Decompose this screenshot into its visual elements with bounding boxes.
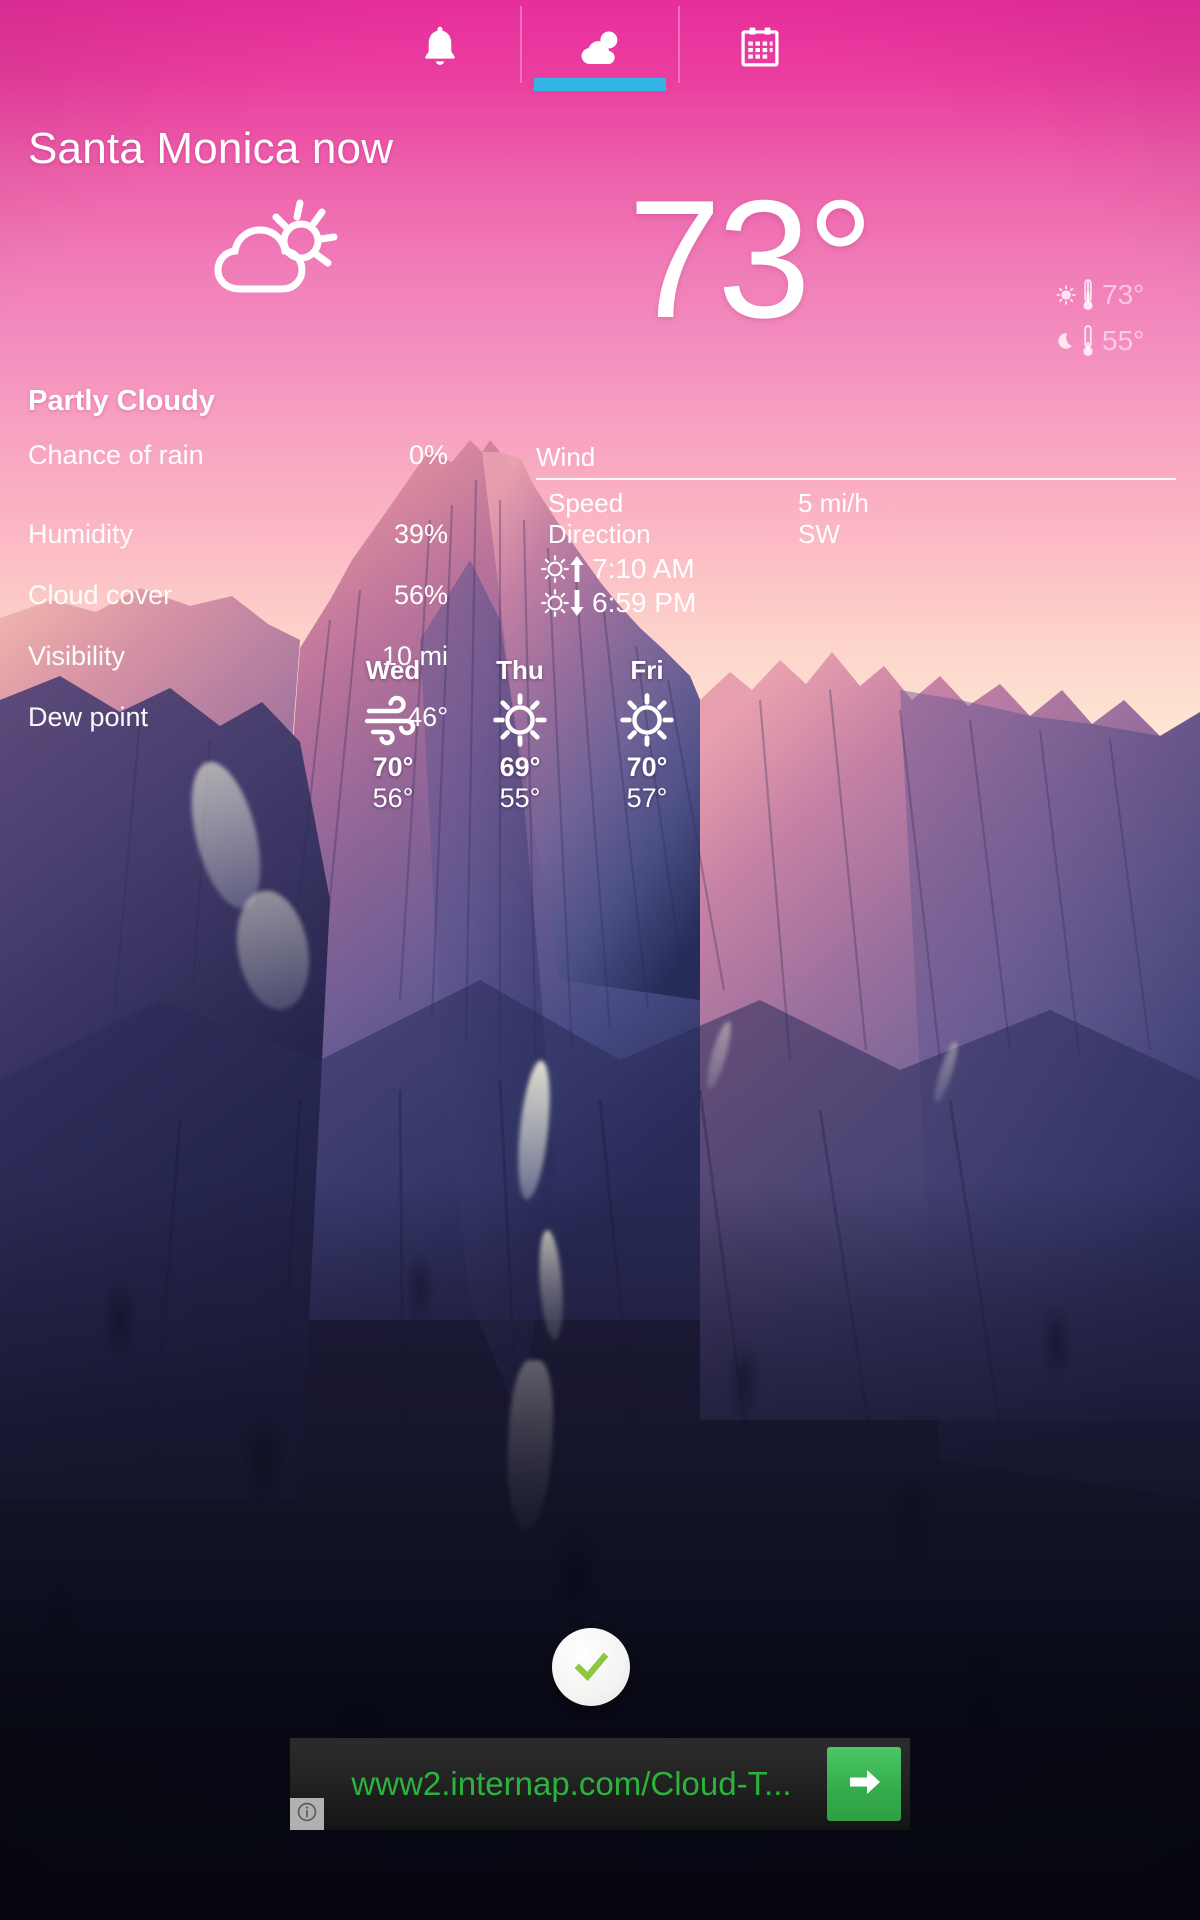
forecast-day-name: Fri [630, 655, 664, 685]
sunset-row: 6:59 PM [540, 586, 696, 620]
calendar-icon [734, 22, 786, 74]
detail-label: Dew point [28, 702, 149, 732]
nighttime-low-row: 55° [1056, 318, 1176, 364]
nighttime-low-value: 55° [1102, 325, 1145, 356]
detail-row-cloud-cover: Cloud cover 56% [28, 580, 448, 611]
partly-cloudy-icon [200, 195, 350, 305]
ad-url-text[interactable]: www2.internap.com/Cloud-T... [290, 1765, 827, 1803]
wind-speed-value: 5 mi/h [798, 488, 869, 518]
high-low-summary: 73° 55° [1056, 272, 1176, 364]
sunny-icon [594, 690, 700, 750]
tab-alerts[interactable] [360, 0, 520, 105]
wind-icon [340, 690, 446, 750]
arrow-right-icon [844, 1762, 884, 1807]
wind-speed-label: Speed [548, 488, 624, 518]
forecast-low: 55° [499, 783, 541, 813]
detail-label: Humidity [28, 519, 134, 549]
wind-panel: Wind Speed 5 mi/h Direction SW [536, 442, 1176, 550]
forecast-low: 56° [372, 783, 414, 813]
sunrise-row: 7:10 AM [540, 552, 696, 586]
ad-go-button[interactable] [827, 1747, 901, 1821]
moon-icon [1056, 328, 1078, 354]
forecast-high: 69° [499, 752, 541, 782]
bell-icon [414, 22, 466, 74]
sunrise-icon [540, 554, 570, 584]
sun-times: 7:10 AM 6:59 PM [540, 552, 696, 620]
arrow-down-icon [568, 588, 586, 618]
thermometer-icon [1080, 278, 1096, 312]
sunset-icon [540, 588, 570, 618]
divider [536, 478, 1176, 480]
sun-icon [1056, 282, 1078, 308]
detail-label: Visibility [28, 641, 126, 671]
tab-weather[interactable] [520, 0, 680, 105]
ad-info-button[interactable] [290, 1798, 324, 1830]
detail-label: Chance of rain [28, 440, 204, 470]
wind-direction-label: Direction [548, 519, 651, 549]
sunny-icon [467, 690, 573, 750]
forecast-high: 70° [372, 752, 414, 782]
forecast-day-fri[interactable]: Fri 70° 57° [594, 655, 700, 814]
daytime-high-row: 73° [1056, 272, 1176, 318]
green-check-icon[interactable] [552, 1628, 630, 1706]
forecast-day-name: Wed [365, 655, 421, 685]
current-temperature: 73° [627, 165, 874, 353]
wind-direction-row: Direction SW [536, 519, 1176, 550]
forecast-low: 57° [626, 783, 668, 813]
detail-value: 56% [393, 580, 448, 610]
tab-bar [0, 0, 1200, 110]
arrow-up-icon [568, 554, 586, 584]
daytime-high-value: 73° [1102, 279, 1145, 310]
wind-panel-title: Wind [536, 442, 596, 472]
detail-value: 39% [393, 519, 448, 549]
forecast-day-name: Thu [496, 655, 544, 685]
forecast-strip: Wed 70° 56° Thu 69° 55° Fri 70° 57° [340, 655, 700, 814]
wind-speed-row: Speed 5 mi/h [536, 488, 1176, 519]
detail-value: 0% [408, 440, 448, 470]
detail-label: Cloud cover [28, 580, 173, 610]
info-icon [296, 1801, 318, 1828]
forecast-day-wed[interactable]: Wed 70° 56° [340, 655, 446, 814]
wind-direction-value: SW [798, 519, 840, 549]
forecast-day-thu[interactable]: Thu 69° 55° [467, 655, 573, 814]
page-title: Santa Monica now [28, 124, 394, 173]
forecast-high: 70° [626, 752, 668, 782]
detail-row-chance-of-rain: Chance of rain 0% [28, 440, 448, 471]
detail-row-humidity: Humidity 39% [28, 519, 448, 550]
ad-banner[interactable]: www2.internap.com/Cloud-T... [290, 1738, 910, 1830]
condition-label: Partly Cloudy [28, 385, 215, 417]
sunrise-time: 7:10 AM [592, 553, 695, 584]
sunset-time: 6:59 PM [592, 587, 697, 618]
thermometer-icon [1080, 324, 1096, 358]
tab-calendar[interactable] [680, 0, 840, 105]
cloud-sun-icon [574, 22, 626, 74]
